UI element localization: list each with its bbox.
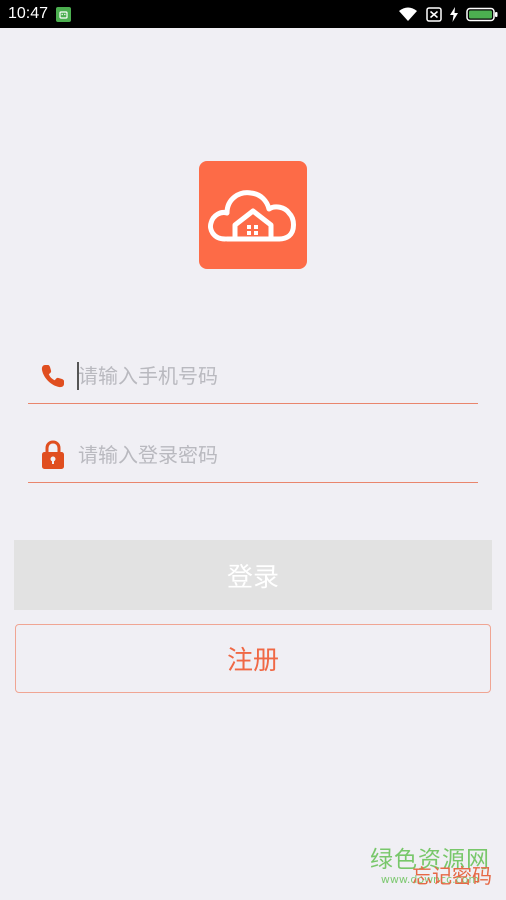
password-field[interactable]	[28, 427, 478, 483]
register-button[interactable]: 注册	[15, 624, 491, 693]
phone-icon	[28, 356, 78, 396]
lock-icon	[28, 435, 78, 475]
status-bar: 10:47	[0, 0, 506, 28]
forgot-password-link[interactable]: 忘记密码	[412, 860, 492, 889]
battery-icon	[466, 7, 498, 22]
cloud-house-icon	[208, 190, 296, 242]
android-icon	[56, 6, 72, 22]
charging-icon	[450, 6, 458, 22]
status-time: 10:47	[8, 5, 49, 22]
login-button[interactable]: 登录	[14, 540, 492, 610]
password-input[interactable]	[78, 434, 478, 475]
login-screen: 10:47 请输入手机号码 登录 注册 绿色资源网 www.downcc.com…	[0, 0, 506, 900]
app-logo	[199, 161, 307, 269]
phone-field[interactable]	[28, 348, 478, 404]
no-sim-icon	[426, 6, 442, 22]
phone-input[interactable]	[78, 355, 478, 396]
text-caret	[77, 362, 79, 390]
wifi-icon	[398, 7, 418, 22]
